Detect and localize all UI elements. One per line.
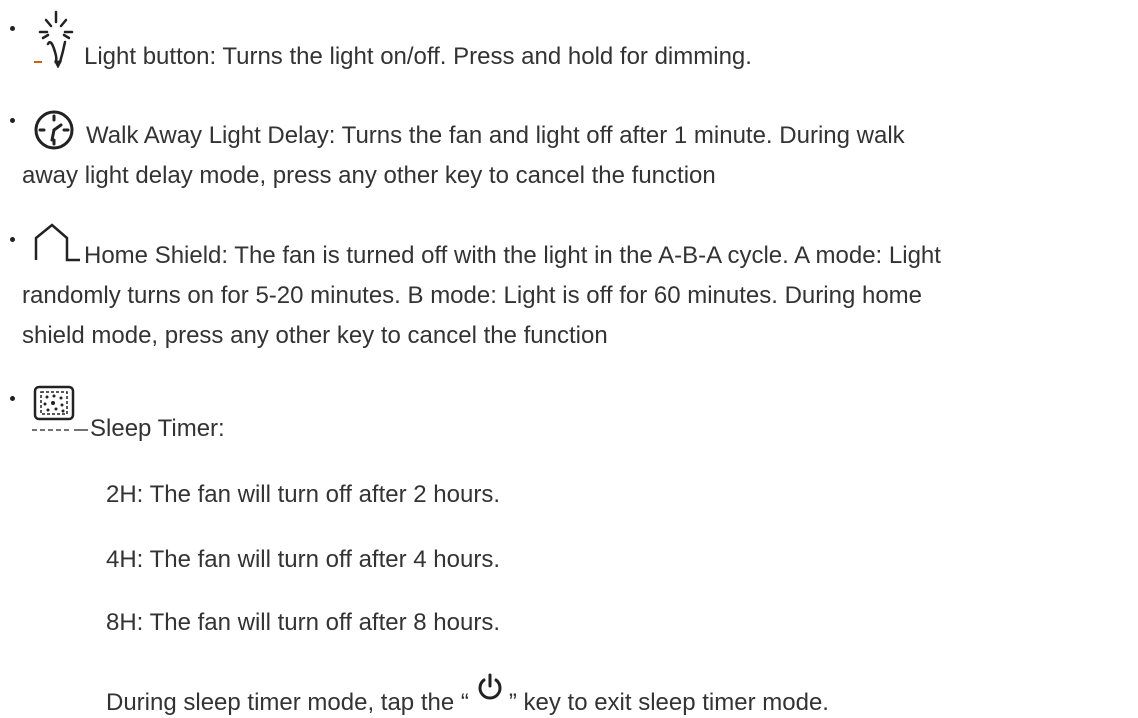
note-text-after: ” key to exit sleep timer mode. [508, 689, 829, 716]
power-icon [478, 673, 502, 700]
bullet [10, 396, 15, 401]
house-icon [34, 223, 80, 262]
bullet [10, 237, 15, 242]
item-text-line: shield mode, press any other key to canc… [22, 322, 608, 349]
item-text-line: Light button: Turns the light on/off. Pr… [84, 43, 752, 70]
light-bulb-icon [34, 10, 74, 68]
item-text-line: Home Shield: The fan is turned off with … [84, 242, 941, 269]
sleep-timer-option: 4H: The fan will turn off after 4 hours. [106, 546, 500, 573]
item-text-line: randomly turns on for 5-20 minutes. B mo… [22, 282, 922, 309]
instructions-document: Light button: Turns the light on/off. Pr… [0, 0, 1138, 716]
sleep-timer-option: 2H: The fan will turn off after 2 hours. [106, 481, 500, 508]
bullet [10, 26, 15, 31]
item-text-line: Sleep Timer: [90, 415, 225, 442]
bullet [10, 118, 15, 123]
note-text-before: During sleep timer mode, tap the “ [106, 689, 469, 716]
item-text-line: Walk Away Light Delay: Turns the fan and… [86, 122, 905, 149]
sleep-timer-exit-note: During sleep timer mode, tap the “ ” key… [106, 672, 829, 718]
sleep-timer-option: 8H: The fan will turn off after 8 hours. [106, 609, 500, 636]
sleep-timer-icon [32, 385, 88, 431]
item-text-line: away light delay mode, press any other k… [22, 162, 716, 189]
clock-icon [34, 110, 74, 150]
